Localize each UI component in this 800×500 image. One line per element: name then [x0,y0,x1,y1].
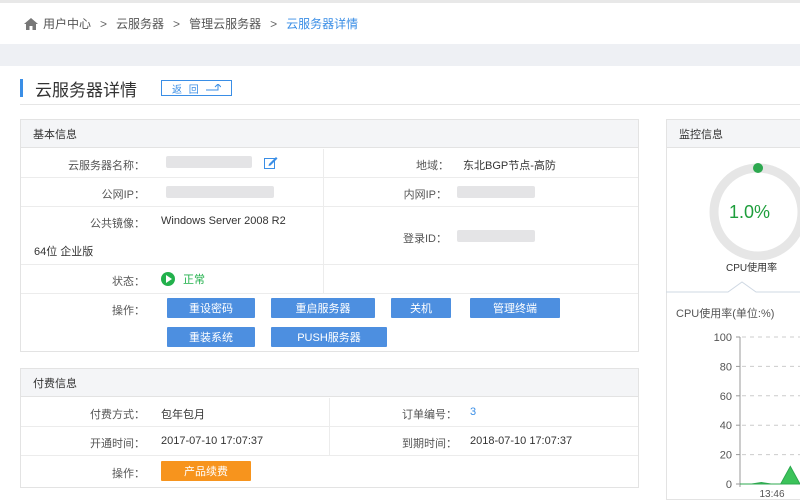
chart-title: CPU使用率(单位:%) [676,308,775,320]
image-value-line2: 64位 企业版 [34,246,94,258]
image-label: 公共镜像： [90,218,145,230]
edit-icon[interactable] [264,156,278,169]
cpu-usage-chart: 100 80 60 40 20 0 13:46 [714,332,800,500]
shutdown-button[interactable]: 关机 [391,298,451,318]
pay-type-value: 包年包月 [161,409,205,421]
region-label: 地域： [416,160,449,172]
private-ip-value [457,186,535,198]
public-ip-value [166,186,274,198]
breadcrumb-separator: > [173,16,181,31]
page-title: 云服务器详情 [35,80,137,100]
y-tick-label: 40 [720,420,732,432]
y-tick-label: 20 [720,450,732,462]
billing-panel: 付费信息 付费方式： 包年包月 订单编号： 3 开通时间： 2017-07-10… [20,368,639,488]
monitor-header: 监控信息 [667,120,800,148]
monitor-tab-divider [666,281,800,293]
breadcrumb-server-detail: 云服务器详情 [286,17,359,31]
public-ip-label: 公网IP： [101,189,145,201]
status-text: 正常 [183,274,205,286]
status-play-icon [161,272,175,286]
info-row-name: 云服务器名称： 地域： 东北BGP节点-高防 [21,149,638,178]
column-divider [323,265,324,294]
y-tick-label: 100 [714,332,732,344]
cpu-usage-value: 1.0% [729,202,771,222]
header-band [0,44,800,66]
return-arrow-icon [205,84,221,91]
restart-server-button[interactable]: 重启服务器 [271,298,375,318]
billing-row-dates: 开通时间： 2017-07-10 17:07:37 到期时间： 2018-07-… [21,427,638,456]
cpu-series-area [740,465,800,485]
private-ip-label: 内网IP： [403,189,447,201]
open-time-value: 2017-07-10 17:07:37 [161,435,264,447]
manage-terminal-button[interactable]: 管理终端 [470,298,560,318]
title-divider [20,104,800,105]
region-value: 东北BGP节点-高防 [463,160,556,172]
status-value: 正常 [161,271,205,287]
ops-label: 操作： [112,305,145,317]
basic-info-panel: 基本信息 云服务器名称： 地域： 东北BGP节点-高防 公网IP： 内网IP： … [20,119,639,352]
info-row-image: 公共镜像： Windows Server 2008 R2 64位 企业版 登录I… [21,207,638,265]
billing-row-ops: 操作： 产品续费 [21,456,638,487]
y-tick-label: 60 [720,391,732,403]
breadcrumb: 用户中心 > 云服务器 > 管理云服务器 > 云服务器详情 [0,0,800,44]
pay-type-label: 付费方式： [90,409,145,421]
basic-info-header: 基本信息 [21,120,638,148]
expire-time-label: 到期时间： [402,438,457,450]
image-value-line1: Windows Server 2008 R2 [161,215,286,227]
breadcrumb-user-center[interactable]: 用户中心 [43,15,91,32]
info-row-ip: 公网IP： 内网IP： [21,178,638,207]
home-icon [24,17,38,30]
page-title-row: 云服务器详情 返 回 [20,76,232,100]
info-row-status: 状态： 正常 [21,265,638,294]
breadcrumb-cloud-server[interactable]: 云服务器 [116,15,164,32]
server-name-value [166,156,252,168]
y-tick-label: 0 [726,479,732,491]
y-tick-label: 80 [720,361,732,373]
push-server-button[interactable]: PUSH服务器 [271,327,387,347]
back-button-label: 返 回 [172,84,201,96]
expire-time-value: 2018-07-10 17:07:37 [470,435,573,447]
order-label: 订单编号： [402,409,457,421]
order-number-link[interactable]: 3 [470,406,476,418]
title-accent-bar [20,79,23,97]
billing-ops-label: 操作： [112,468,145,480]
breadcrumb-manage-server[interactable]: 管理云服务器 [189,15,261,32]
login-id-value [457,230,535,242]
breadcrumb-separator: > [270,16,278,31]
server-name-label: 云服务器名称： [68,160,145,172]
billing-row-type: 付费方式： 包年包月 订单编号： 3 [21,398,638,427]
reset-password-button[interactable]: 重设密码 [167,298,255,318]
billing-header: 付费信息 [21,369,638,397]
gauge-fill [753,163,763,173]
reinstall-system-button[interactable]: 重装系统 [167,327,255,347]
breadcrumb-separator: > [100,16,108,31]
login-id-label: 登录ID： [403,233,447,245]
back-button[interactable]: 返 回 [161,80,232,96]
info-row-operations: 操作： 重设密码 重启服务器 关机 管理终端 重装系统 PUSH服务器 [21,294,638,352]
open-time-label: 开通时间： [90,438,145,450]
renew-product-button[interactable]: 产品续费 [161,461,251,481]
x-tick-label: 13:46 [759,489,784,500]
status-label: 状态： [112,276,145,288]
